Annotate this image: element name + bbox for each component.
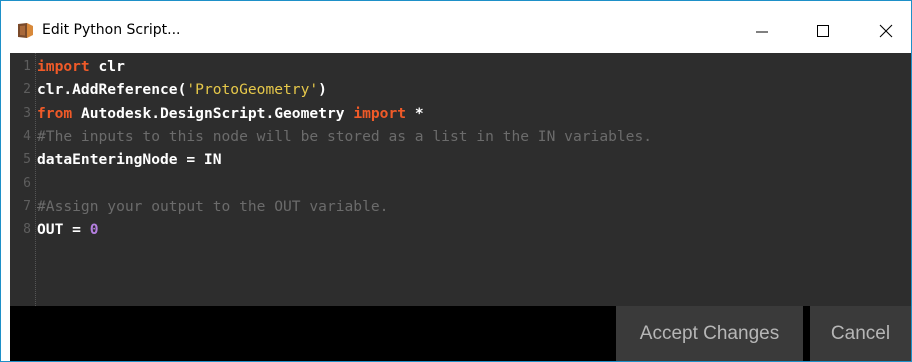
line-number: 3 xyxy=(23,105,31,121)
code-token: ) xyxy=(318,81,327,99)
code-token: clr xyxy=(89,58,125,75)
code-token: 'ProtoGeometry' xyxy=(186,81,319,99)
window-title: Edit Python Script... xyxy=(42,22,181,38)
code-editor[interactable]: 1 import clr 2 clr.AddReference('ProtoGeome… xyxy=(10,53,911,306)
code-token: dataEnteringNode = IN xyxy=(37,151,222,169)
accept-changes-button[interactable]: Accept Changes xyxy=(616,306,803,361)
code-text: #Assign your output to the OUT variable. xyxy=(37,195,388,218)
code-token: OUT = xyxy=(37,221,90,239)
minimize-icon xyxy=(756,31,768,33)
minimize-button[interactable] xyxy=(739,9,785,53)
close-button[interactable] xyxy=(863,9,909,53)
line-number: 5 xyxy=(23,152,31,168)
code-token: #The inputs to this node will be stored … xyxy=(37,127,653,145)
edit-python-script-window: Edit Python Script... 1 import clr 2 clr.Ad… xyxy=(0,0,912,362)
dialog-footer: Accept Changes Cancel xyxy=(10,306,911,361)
line-number: 4 xyxy=(23,128,31,144)
code-token: import xyxy=(37,58,90,75)
code-text: from Autodesk.DesignScript.Geometry impo… xyxy=(37,102,424,125)
code-text: clr.AddReference('ProtoGeometry') xyxy=(37,78,327,101)
code-text: dataEnteringNode = IN xyxy=(37,148,222,171)
code-text: OUT = 0 xyxy=(37,218,99,241)
line-number: 1 xyxy=(23,59,31,74)
code-text: import clr xyxy=(37,55,125,78)
code-token: * xyxy=(406,104,424,122)
code-token: from xyxy=(37,104,73,122)
code-token: #Assign your output to the OUT variable. xyxy=(37,197,389,215)
close-icon xyxy=(879,24,893,38)
line-number: 7 xyxy=(23,198,31,214)
code-token: Autodesk.DesignScript.Geometry xyxy=(72,104,354,122)
line-number: 6 xyxy=(23,175,31,191)
code-token: clr.AddReference( xyxy=(37,81,187,99)
maximize-button[interactable] xyxy=(800,9,846,53)
title-bar[interactable]: Edit Python Script... xyxy=(1,1,911,53)
code-token: import xyxy=(353,104,407,122)
code-token: 0 xyxy=(89,221,99,239)
maximize-icon xyxy=(817,25,829,37)
line-number: 2 xyxy=(23,82,31,98)
code-text: #The inputs to this node will be stored … xyxy=(37,125,652,148)
cancel-button[interactable]: Cancel xyxy=(810,306,911,361)
line-number: 8 xyxy=(23,222,31,238)
dynamo-app-icon xyxy=(18,23,33,38)
